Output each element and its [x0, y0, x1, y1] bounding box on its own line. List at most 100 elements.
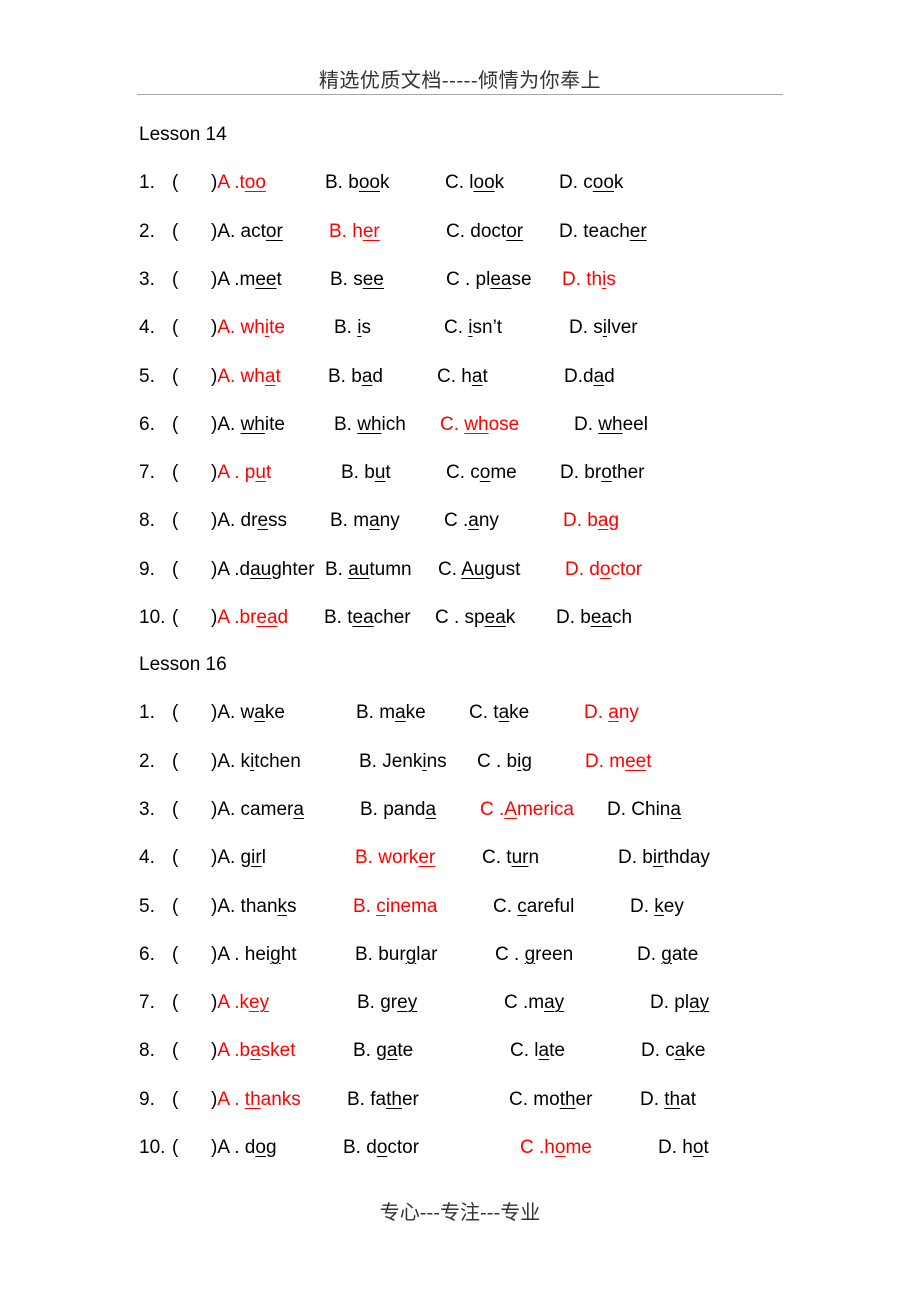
option-text-rest: ther	[611, 462, 645, 484]
question-number: 3.	[139, 798, 155, 820]
underlined-letters: a	[425, 798, 437, 820]
option-text-rest: ctor	[387, 1137, 420, 1158]
option-correct: B. cinema	[353, 896, 437, 918]
answer-blank[interactable]: (	[172, 847, 178, 869]
option-text: A. wh	[217, 365, 265, 387]
option-text-rest: te	[549, 1040, 565, 1062]
option: B. but	[341, 462, 391, 484]
underlined-letters: ur	[511, 847, 529, 869]
option-text: C. doct	[446, 220, 507, 242]
option: )A. camera	[211, 799, 304, 821]
option: )A. wake	[211, 702, 285, 724]
option-text-rest: me	[490, 462, 517, 484]
option-text: D. b	[563, 510, 598, 532]
option-text-rest: inema	[385, 895, 438, 917]
option-text: D.	[640, 1088, 665, 1110]
option: D. gate	[637, 944, 698, 966]
option-text: D.	[630, 895, 655, 917]
answer-blank[interactable]: (	[172, 172, 178, 194]
option-text-rest: s	[361, 317, 371, 339]
underlined-letters: th	[559, 1088, 576, 1110]
answer-blank[interactable]: (	[172, 510, 178, 532]
option: C .any	[444, 510, 499, 532]
underlined-letters: th	[386, 1088, 402, 1110]
answer-blank[interactable]: (	[172, 269, 178, 291]
option-text: C .h	[520, 1137, 555, 1158]
page-header: 精选优质文档-----倾情为你奉上	[318, 68, 602, 92]
answer-blank[interactable]: (	[172, 221, 178, 243]
option-text-rest: cher	[373, 607, 411, 628]
answer-blank[interactable]: (	[172, 702, 178, 724]
answer-blank[interactable]: (	[172, 366, 178, 388]
option: B. many	[330, 510, 400, 532]
option-text: A .	[217, 1088, 245, 1110]
answer-blank[interactable]: (	[172, 896, 178, 918]
option-text-rest: reen	[535, 943, 574, 965]
underlined-letters: ey	[397, 992, 418, 1014]
question-number: 7.	[139, 462, 155, 484]
option-text: C. t	[469, 702, 499, 724]
answer-blank[interactable]: (	[172, 944, 178, 966]
option: B. see	[330, 269, 384, 291]
option-text: C. c	[446, 462, 480, 484]
option-text: C. h	[437, 365, 472, 387]
option-text: C .	[480, 798, 505, 820]
option-text: C. l	[510, 1040, 539, 1062]
answer-blank[interactable]: (	[172, 1089, 178, 1111]
answer-blank[interactable]: (	[172, 992, 178, 1014]
answer-blank[interactable]: (	[172, 799, 178, 821]
option-text-rest: thday	[663, 847, 710, 869]
option-text: B. m	[330, 510, 370, 532]
answer-blank[interactable]: (	[172, 1137, 178, 1159]
answer-blank[interactable]: (	[172, 317, 178, 339]
underlined-letters: oo	[244, 172, 266, 194]
underlined-letters: or	[265, 220, 283, 242]
option-text-rest: ss	[268, 510, 288, 532]
answer-blank[interactable]: (	[172, 462, 178, 484]
underlined-letters: ay	[544, 992, 565, 1014]
underlined-letters: o	[692, 1137, 704, 1158]
underlined-letters: a	[471, 365, 483, 387]
option: B. book	[325, 172, 389, 194]
answer-blank[interactable]: (	[172, 559, 178, 581]
option: B. doctor	[343, 1137, 419, 1159]
answer-blank[interactable]: (	[172, 607, 178, 629]
option-text: A. than	[217, 895, 278, 917]
option-text: A. g	[217, 847, 252, 869]
option-text: B. Jenk	[359, 750, 423, 772]
option-text-rest: gust	[484, 558, 521, 580]
underlined-letters: a	[395, 702, 406, 724]
answer-blank[interactable]: (	[172, 414, 178, 436]
option: D.dad	[564, 366, 615, 388]
underlined-letters: er	[629, 220, 647, 242]
option-text-rest: d	[604, 365, 615, 387]
option-correct: )A. what	[211, 366, 281, 388]
option: C. look	[445, 172, 504, 194]
option-text-rest: tchen	[254, 750, 301, 772]
option-text: C. l	[445, 172, 474, 194]
option-text-rest: k	[613, 172, 624, 194]
option-text-rest: g	[608, 510, 620, 532]
underlined-letters: oo	[592, 172, 614, 194]
option-text: B. b	[328, 365, 362, 387]
option: B. autumn	[325, 559, 412, 581]
option-text: D. teach	[559, 220, 630, 242]
answer-blank[interactable]: (	[172, 1040, 178, 1062]
underlined-letters: u	[374, 462, 386, 484]
option-correct: )A .basket	[211, 1040, 296, 1062]
answer-blank[interactable]: (	[172, 751, 178, 773]
option-text: A. dr	[217, 510, 258, 532]
option-text-rest: t	[703, 1137, 709, 1158]
option-text: D.	[584, 702, 609, 724]
underlined-letters: a	[498, 702, 510, 724]
option-text-rest: ke	[405, 702, 426, 724]
option-correct: C .home	[520, 1137, 592, 1159]
underlined-letters: ey	[249, 992, 270, 1014]
underlined-letters: a	[608, 702, 619, 724]
option-text-rest: merica	[516, 798, 574, 820]
option-text-rest: er	[575, 1088, 593, 1110]
option: )A. thanks	[211, 896, 297, 918]
underlined-letters: c	[517, 895, 527, 917]
option: )A. girl	[211, 847, 266, 869]
underlined-letters: th	[244, 1088, 261, 1110]
